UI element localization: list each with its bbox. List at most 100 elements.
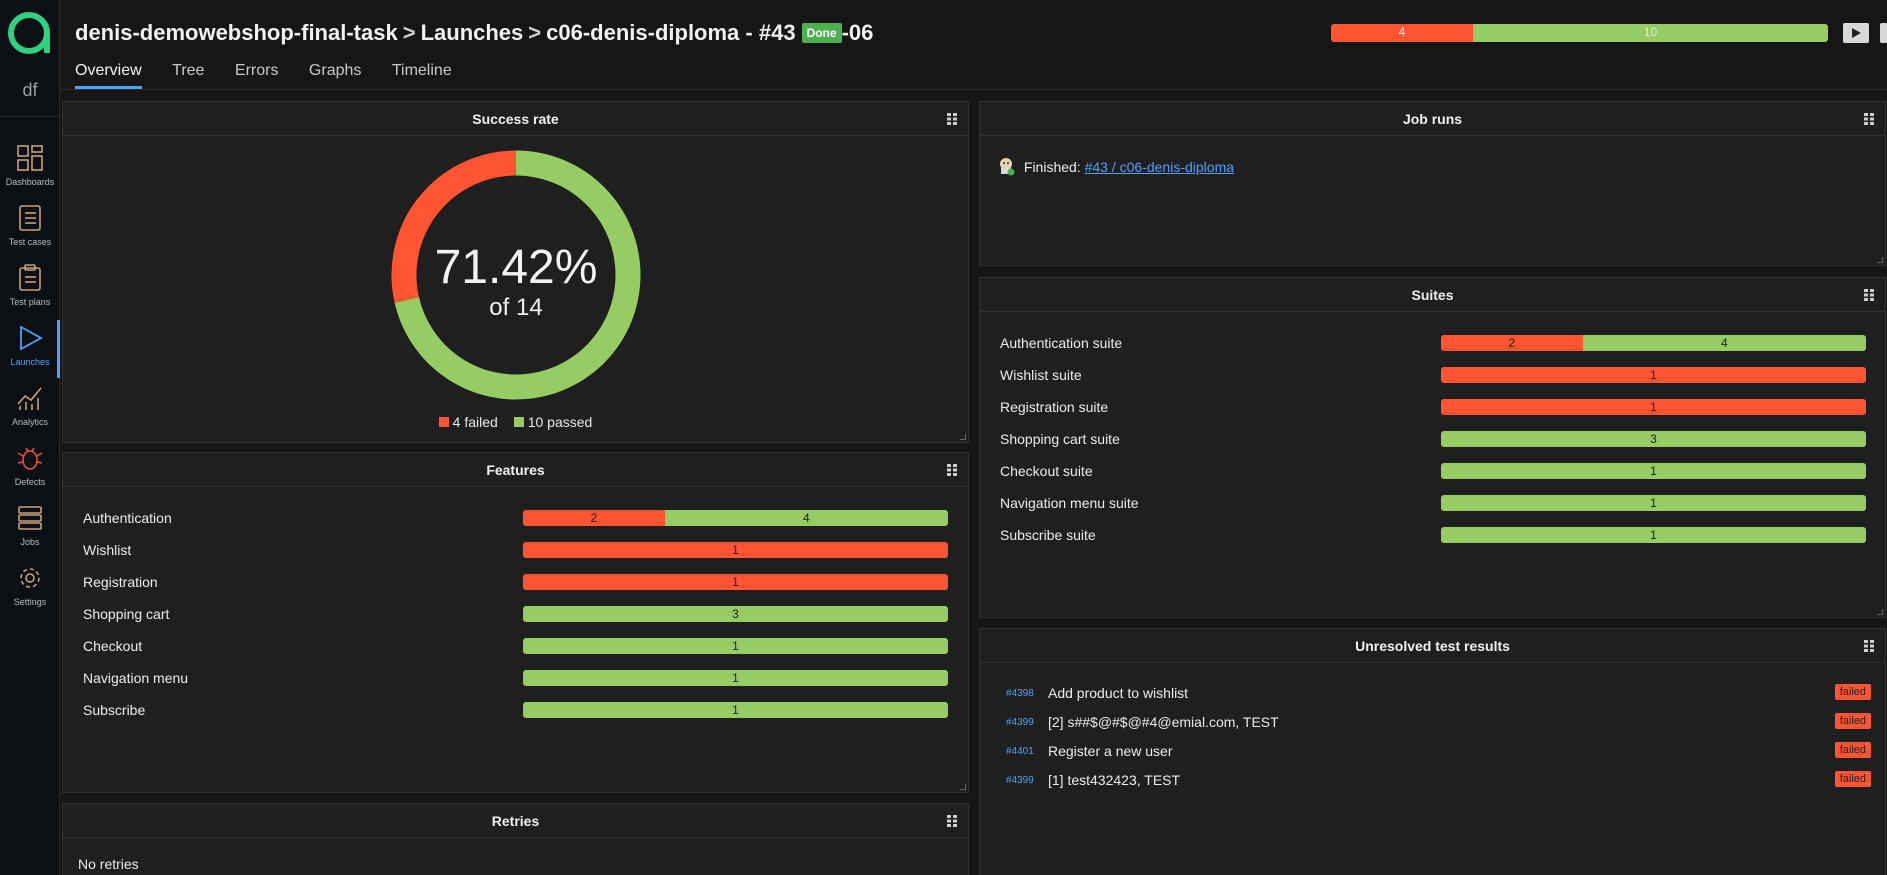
status-bar[interactable]: 1 [1441,527,1866,543]
failed-segment[interactable]: 2 [1441,335,1583,351]
list-item[interactable]: Subscribe suite 1 [980,523,1885,555]
list-item[interactable]: Wishlist 1 [63,538,968,570]
passed-segment[interactable]: 1 [1441,463,1866,479]
test-name[interactable]: Register a new user [1048,743,1173,759]
failed-segment[interactable]: 2 [523,510,665,526]
test-name[interactable]: [2] s##$@#$@#4@emial.com, TEST [1048,714,1279,730]
passed-segment[interactable]: 3 [1441,431,1866,447]
allure-logo[interactable] [7,11,51,55]
status-bar[interactable]: 1 [523,702,948,718]
passed-segment[interactable]: 1 [1441,527,1866,543]
test-id-link[interactable]: #4401 [1006,746,1034,757]
passed-swatch [513,417,524,427]
sidebar-item-analytics[interactable]: Analytics [0,380,60,438]
list-item[interactable]: Checkout suite 1 [980,459,1885,491]
status-bar[interactable]: 1 [1441,367,1866,383]
list-item[interactable]: Shopping cart suite 3 [980,427,1885,459]
passed-segment[interactable]: 3 [523,606,948,622]
failed-segment[interactable]: 1 [523,574,948,590]
failed-segment[interactable]: 1 [1441,399,1866,415]
list-item[interactable]: Authentication 2 4 [63,506,968,538]
test-id-link[interactable]: #4399 [1006,775,1034,786]
breadcrumb-launches[interactable]: Launches [421,20,524,45]
resize-handle[interactable] [1877,257,1883,263]
tab-timeline[interactable]: Timeline [392,62,452,86]
status-bar[interactable]: 1 [523,638,948,654]
drag-handle-icon[interactable] [1864,289,1875,301]
sidebar-item-launches[interactable]: Launches [0,320,60,378]
passed-segment[interactable]: 1 [1441,495,1866,511]
passed-segment[interactable]: 4 [664,510,948,526]
sidebar-item-dashboards[interactable]: Dashboards [0,140,60,198]
status-bar[interactable]: 1 [1441,463,1866,479]
status-bar[interactable]: 3 [523,606,948,622]
drag-handle-icon[interactable] [947,815,958,827]
breadcrumb-separator: > [528,20,542,45]
resize-handle[interactable] [960,434,966,440]
test-id-link[interactable]: #4398 [1006,688,1034,699]
resize-handle[interactable] [960,784,966,790]
list-item[interactable]: Navigation menu suite 1 [980,491,1885,523]
drag-handle-icon[interactable] [947,464,958,476]
more-button[interactable] [1880,23,1887,43]
sidebar-item-test-cases[interactable]: Test cases [0,200,60,258]
tab-graphs[interactable]: Graphs [309,62,361,86]
failed-swatch [438,417,449,427]
unresolved-row[interactable]: #4399 [2] s##$@#$@#4@emial.com, TEST faile… [980,711,1885,740]
list-item[interactable]: Wishlist suite 1 [980,363,1885,395]
job-run-link[interactable]: #43 / c06-denis-diploma [1085,159,1234,175]
list-item[interactable]: Authentication suite 2 4 [980,331,1885,363]
status-badge: failed [1834,713,1871,729]
resize-handle[interactable] [1877,609,1883,615]
unresolved-row[interactable]: #4401 Register a new user failed [980,740,1885,769]
sidebar-item-label: Test cases [8,237,52,247]
item-name: Registration [83,574,158,590]
drag-handle-icon[interactable] [1864,113,1875,125]
status-bar[interactable]: 24 [1441,335,1866,351]
passed-segment[interactable]: 1 [523,702,948,718]
status-bar[interactable]: 1 [523,574,948,590]
passed-segment[interactable]: 1 [523,670,948,686]
drag-handle-icon[interactable] [1864,640,1875,652]
list-item[interactable]: Registration suite 1 [980,395,1885,427]
sidebar-item-jobs[interactable]: Jobs [0,500,60,558]
item-name: Subscribe suite [1000,527,1096,543]
test-name[interactable]: Add product to wishlist [1048,685,1188,701]
tab-tree[interactable]: Tree [172,62,204,86]
test-id-link[interactable]: #4399 [1006,717,1034,728]
failed-segment[interactable]: 1 [523,542,948,558]
item-name: Authentication suite [1000,335,1123,351]
run-button[interactable] [1843,23,1869,43]
tab-overview[interactable]: Overview [75,62,142,89]
test-name[interactable]: [1] test432423, TEST [1048,772,1180,788]
status-bar[interactable]: 24 [523,510,948,526]
status-bar[interactable]: 1 [523,542,948,558]
failed-segment[interactable]: 1 [1441,367,1866,383]
tab-errors[interactable]: Errors [235,62,279,86]
sidebar-item-test-plans[interactable]: Test plans [0,260,60,318]
breadcrumb-project[interactable]: denis-demowebshop-final-task [75,20,398,45]
status-bar[interactable]: 3 [1441,431,1866,447]
panel-title: Retries [63,804,968,838]
list-item[interactable]: Subscribe 1 [63,698,968,730]
status-bar[interactable]: 1 [523,670,948,686]
list-item[interactable]: Navigation menu 1 [63,666,968,698]
unresolved-row[interactable]: #4399 [1] test432423, TEST failed [980,769,1885,798]
drag-handle-icon[interactable] [947,113,958,125]
workspace-label[interactable]: df [0,80,60,101]
breadcrumb: denis-demowebshop-final-task > Launches > c0… [75,20,873,46]
sidebar-item-settings[interactable]: Settings [0,560,60,618]
status-bar[interactable]: 1 [1441,495,1866,511]
suites-panel: Suites Authentication suite 2 4 Wishlist su… [979,277,1886,618]
item-name: Navigation menu suite [1000,495,1139,511]
sidebar-item-defects[interactable]: Defects [0,440,60,498]
passed-segment[interactable]: 1 [523,638,948,654]
list-item[interactable]: Shopping cart 3 [63,602,968,634]
passed-segment[interactable]: 4 [1582,335,1866,351]
success-rate-panel: Success rate 71.42% of 14 4 failed 10 pa… [62,101,969,443]
unresolved-row[interactable]: #4398 Add product to wishlist failed [980,682,1885,711]
list-item[interactable]: Registration 1 [63,570,968,602]
list-item[interactable]: Checkout 1 [63,634,968,666]
job-run-row: Finished: #43 / c06-denis-diploma [998,156,1234,176]
status-bar[interactable]: 1 [1441,399,1866,415]
